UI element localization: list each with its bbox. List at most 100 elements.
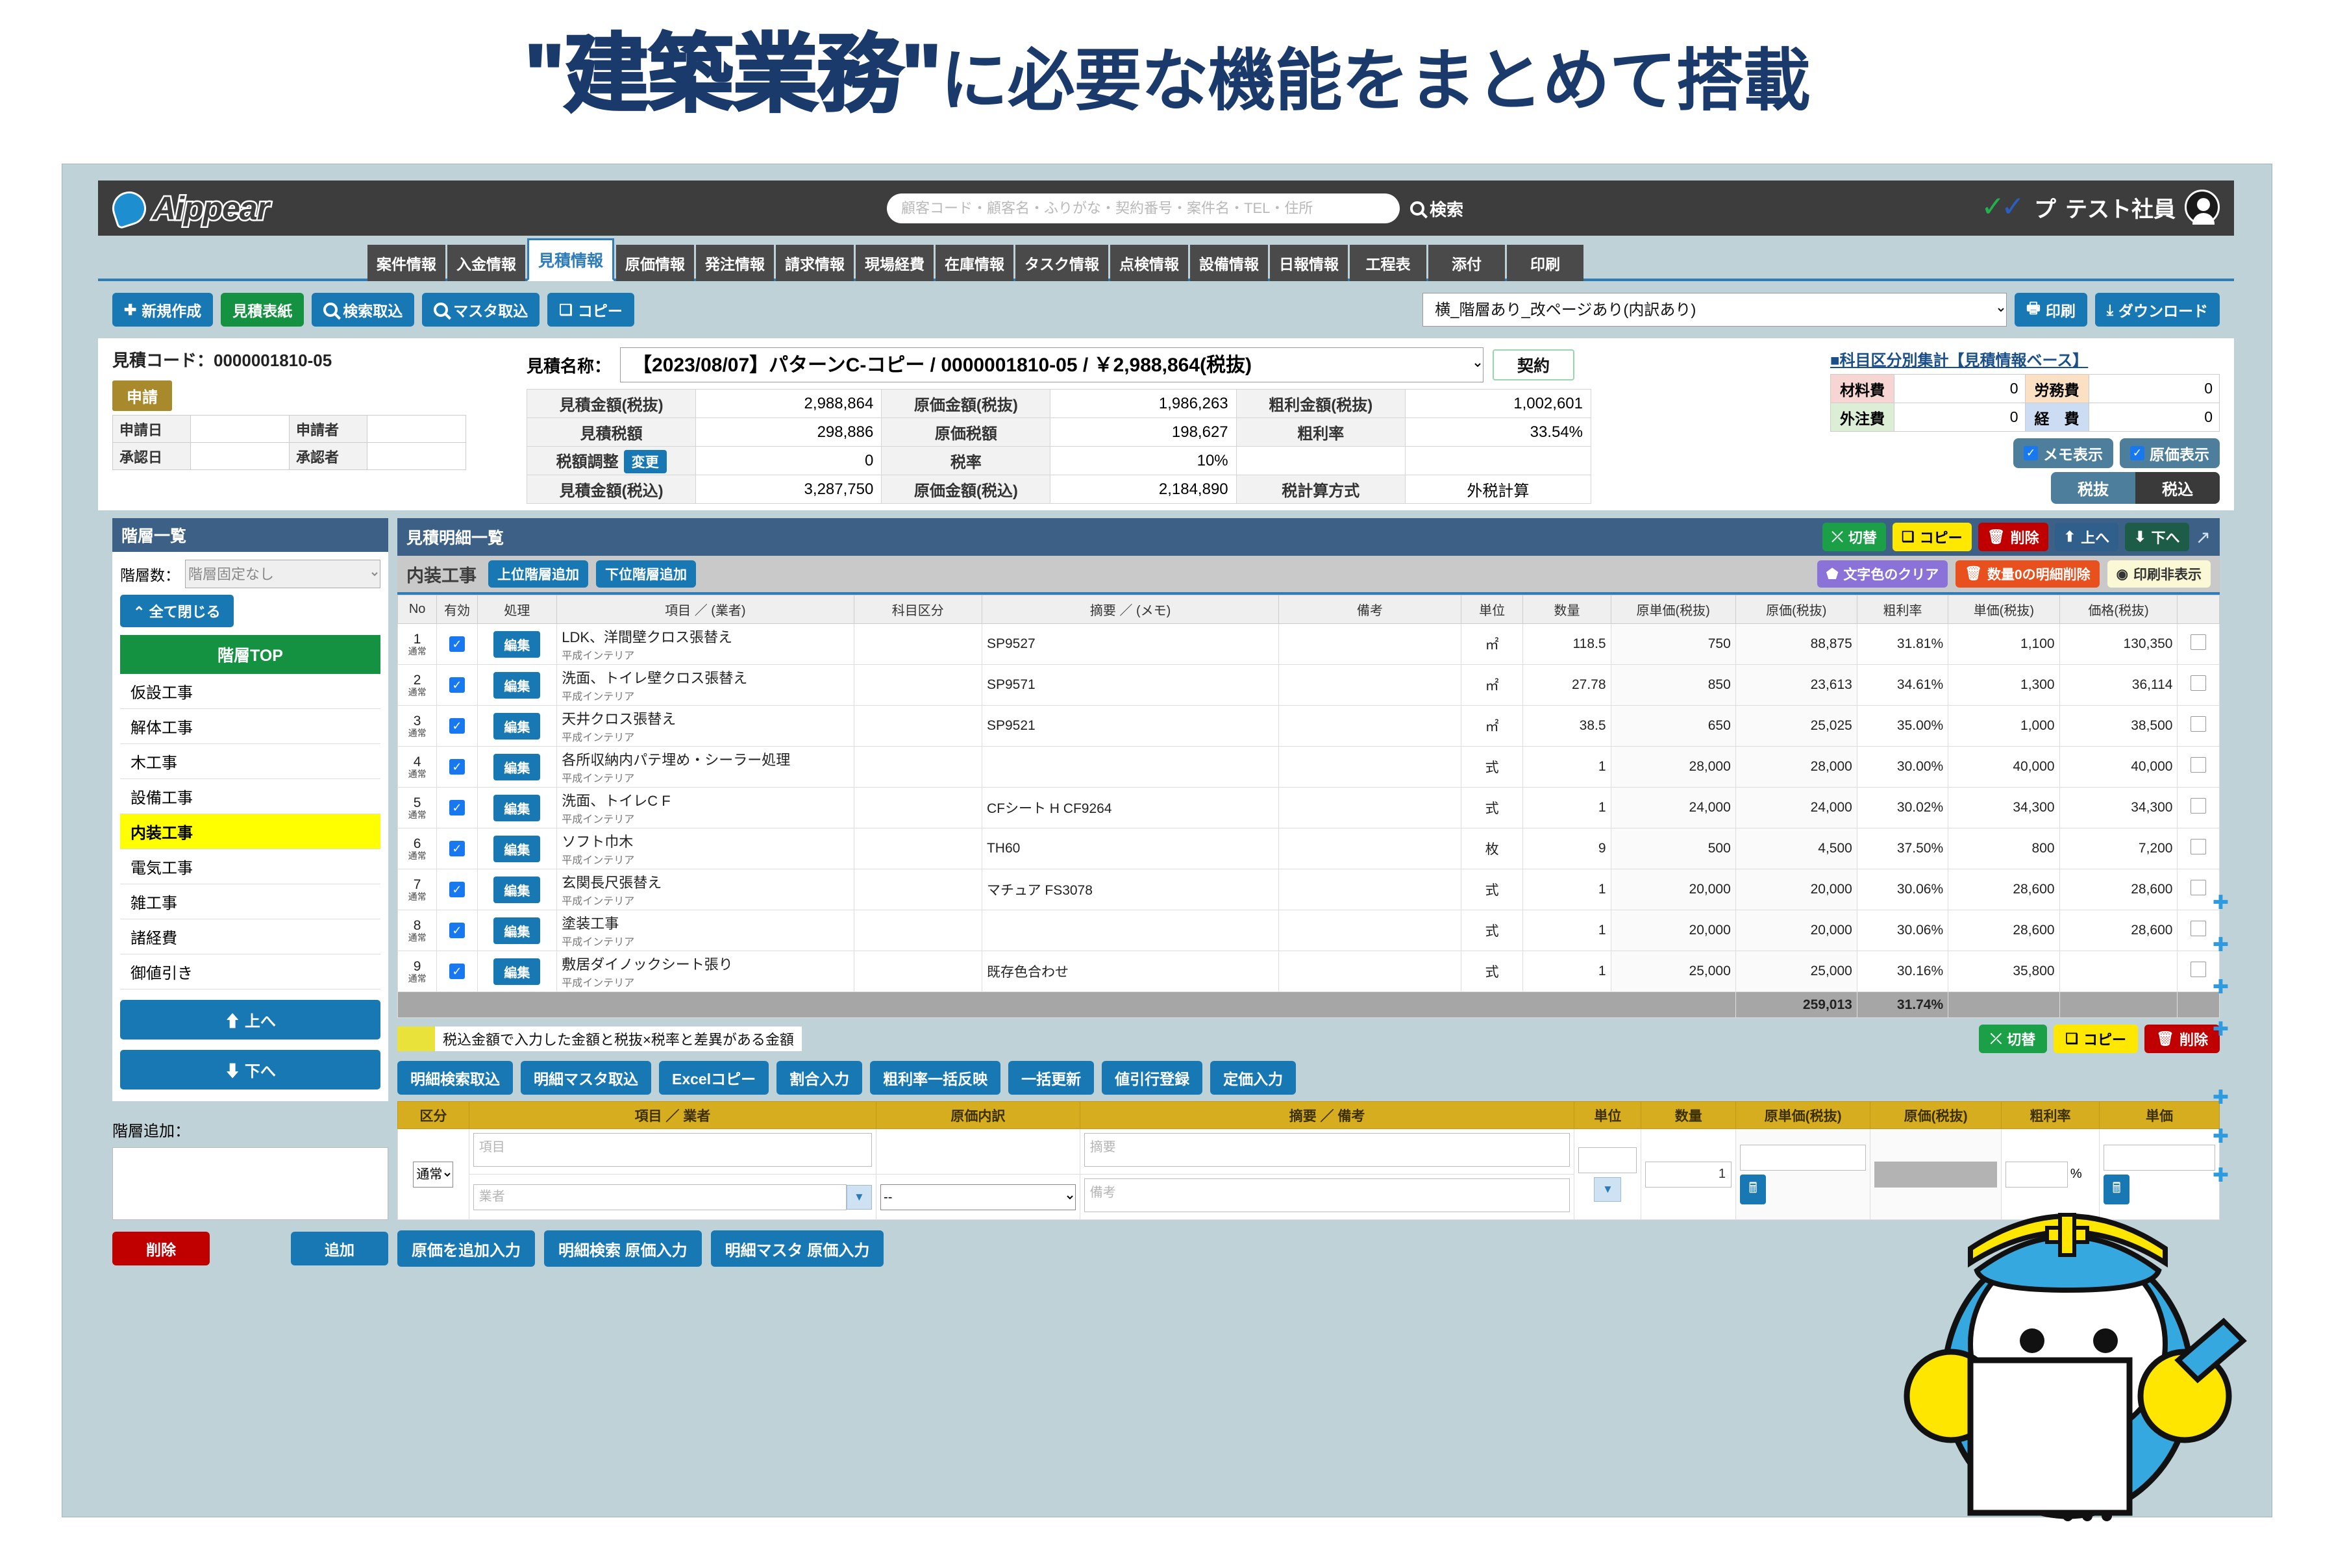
sidebar-item-7[interactable]: 諸経費 (120, 919, 380, 954)
detail-delete-button[interactable]: 🗑 削除 (1978, 523, 2048, 551)
tab-3[interactable]: 原価情報 (616, 245, 695, 281)
add-row-marker-6[interactable]: ✚ (2213, 1164, 2229, 1187)
tab-7[interactable]: 在庫情報 (936, 245, 1014, 281)
edit-button[interactable]: 編集 (493, 835, 541, 862)
edit-button[interactable]: 編集 (493, 876, 541, 903)
add-lower-tier-button[interactable]: 下位階層追加 (596, 560, 696, 588)
calculator-icon[interactable]: 🖩 (1740, 1174, 1767, 1204)
tab-0[interactable]: 案件情報 (367, 245, 445, 281)
print-button[interactable]: 🖶 印刷 (2015, 293, 2087, 327)
entry-unit-dropdown-icon[interactable]: ▼ (1594, 1176, 1622, 1202)
copy-button[interactable]: ❏ コピー (547, 293, 634, 327)
calculator-icon-2[interactable]: 🖩 (2104, 1174, 2130, 1204)
add-row-marker-4[interactable]: ✚ (2213, 1086, 2229, 1109)
move-up-button[interactable]: ⬆ 上へ (120, 1000, 380, 1039)
sidebar-item-2[interactable]: 木工事 (120, 744, 380, 779)
row-select-checkbox[interactable] (2177, 705, 2220, 747)
sidebar-item-3[interactable]: 設備工事 (120, 779, 380, 814)
tab-9[interactable]: 点検情報 (1110, 245, 1189, 281)
new-button[interactable]: ✚ 新規作成 (112, 293, 214, 327)
search-import-button[interactable]: 検索取込 (312, 293, 415, 327)
bottom-button-1[interactable]: 明細検索 原価入力 (544, 1230, 702, 1267)
tab-1[interactable]: 入金情報 (447, 245, 525, 281)
sidebar-item-0[interactable]: 仮設工事 (120, 674, 380, 709)
sidebar-item-5[interactable]: 電気工事 (120, 849, 380, 884)
detail-down-button[interactable]: ⬇ 下へ (2125, 523, 2189, 551)
user-area[interactable]: ✓ ✓ プ テスト社員 (1981, 190, 2220, 225)
levels-select[interactable]: 階層固定なし (185, 560, 380, 588)
sidebar-item-8[interactable]: 御値引き (120, 954, 380, 989)
edit-button[interactable]: 編集 (493, 917, 541, 944)
entry-margin-input[interactable] (2005, 1161, 2068, 1188)
move-down-button[interactable]: ⬇ 下へ (120, 1050, 380, 1089)
estimate-name-select[interactable]: 【2023/08/07】パターンC-コピー / 0000001810-05 / … (620, 347, 1484, 382)
app-logo[interactable]: Aippear (108, 186, 271, 230)
row-select-checkbox[interactable] (2177, 787, 2220, 828)
download-button[interactable]: ⤓ ダウンロード (2094, 293, 2220, 327)
add-row-marker-1[interactable]: ✚ (2213, 934, 2229, 956)
bottom-button-2[interactable]: 明細マスタ 原価入力 (710, 1230, 884, 1267)
entry-kubun-select[interactable]: 通常 (413, 1161, 454, 1188)
clear-text-color-button[interactable]: ⬟ 文字色のクリア (1817, 560, 1948, 588)
legend-toggle-button[interactable]: ⤫ 切替 (1978, 1025, 2048, 1053)
legend-delete-button[interactable]: 🗑 削除 (2144, 1025, 2220, 1053)
change-button[interactable]: 変更 (623, 449, 667, 473)
detail-copy-button[interactable]: ❏ コピー (1892, 523, 1972, 551)
tool-button-2[interactable]: Excelコピー (659, 1061, 769, 1095)
row-enabled-checkbox[interactable]: ✓ (436, 746, 478, 788)
row-enabled-checkbox[interactable]: ✓ (436, 787, 478, 828)
row-enabled-checkbox[interactable]: ✓ (436, 828, 478, 869)
contract-button[interactable]: 契約 (1493, 349, 1575, 380)
tool-button-6[interactable]: 値引行登録 (1102, 1061, 1203, 1095)
delete-tier-button[interactable]: 削除 (112, 1232, 210, 1265)
entry-qty-input[interactable] (1645, 1161, 1732, 1188)
tab-12[interactable]: 工程表 (1350, 245, 1427, 281)
add-row-marker-2[interactable]: ✚ (2213, 976, 2229, 999)
tab-13[interactable]: 添付 (1428, 245, 1506, 281)
entry-tekiyo-input[interactable] (1084, 1133, 1570, 1167)
tool-button-7[interactable]: 定価入力 (1210, 1061, 1297, 1095)
search-button[interactable]: 検索 (1410, 197, 1463, 221)
tab-11[interactable]: 日報情報 (1270, 245, 1348, 281)
row-enabled-checkbox[interactable]: ✓ (436, 869, 478, 910)
edit-button[interactable]: 編集 (493, 712, 541, 740)
edit-button[interactable]: 編集 (493, 671, 541, 699)
add-tier-button[interactable]: 追加 (291, 1232, 388, 1265)
entry-breakdown-select[interactable]: -- (880, 1184, 1076, 1210)
entry-vendor-input[interactable] (473, 1184, 847, 1210)
row-select-checkbox[interactable] (2177, 746, 2220, 788)
tab-8[interactable]: タスク情報 (1015, 245, 1109, 281)
row-enabled-checkbox[interactable]: ✓ (436, 951, 478, 992)
search-input[interactable] (887, 193, 1400, 223)
legend-copy-button[interactable]: ❏ コピー (2054, 1025, 2139, 1053)
toggle-button[interactable]: ⤫ 切替 (1822, 523, 1886, 551)
tab-4[interactable]: 発注情報 (696, 245, 775, 281)
edit-button[interactable]: 編集 (493, 794, 541, 821)
segment-tax-included[interactable]: 税込 (2135, 472, 2220, 504)
tool-button-4[interactable]: 粗利率一括反映 (870, 1061, 1001, 1095)
tab-5[interactable]: 請求情報 (776, 245, 854, 281)
sidebar-item-4[interactable]: 内装工事 (120, 814, 380, 849)
row-enabled-checkbox[interactable]: ✓ (436, 664, 478, 706)
row-enabled-checkbox[interactable]: ✓ (436, 910, 478, 951)
print-hide-button[interactable]: ◉ 印刷非表示 (2107, 560, 2211, 588)
add-tier-input[interactable] (112, 1147, 388, 1220)
detail-up-button[interactable]: ⬆ 上へ (2054, 523, 2119, 551)
sidebar-item-6[interactable]: 雑工事 (120, 884, 380, 919)
row-enabled-checkbox[interactable]: ✓ (436, 705, 478, 747)
entry-unit-price-input[interactable] (2104, 1144, 2215, 1171)
entry-unit-cost-input[interactable] (1740, 1144, 1867, 1171)
tool-button-0[interactable]: 明細検索取込 (397, 1061, 513, 1095)
edit-button[interactable]: 編集 (493, 753, 541, 780)
row-select-checkbox[interactable] (2177, 828, 2220, 869)
tool-button-1[interactable]: 明細マスタ取込 (521, 1061, 651, 1095)
add-upper-tier-button[interactable]: 上位階層追加 (488, 560, 588, 588)
avatar[interactable] (2185, 190, 2220, 225)
row-select-checkbox[interactable] (2177, 664, 2220, 706)
tab-2[interactable]: 見積情報 (527, 238, 615, 281)
entry-unit-input[interactable] (1578, 1147, 1637, 1173)
entry-vendor-dropdown-icon[interactable]: ▼ (846, 1184, 873, 1210)
layout-select[interactable]: 横_階層あり_改ページあり(内訳あり) (1422, 293, 2007, 327)
delete-zero-qty-button[interactable]: 🗑 数量0の明細削除 (1955, 560, 2100, 588)
bottom-button-0[interactable]: 原価を追加入力 (397, 1230, 535, 1267)
